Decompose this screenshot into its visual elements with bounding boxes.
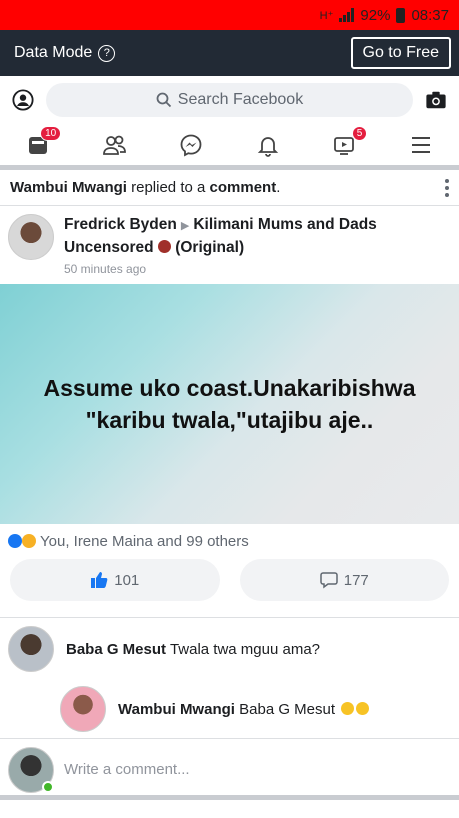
- data-mode-label: Data Mode: [14, 44, 93, 61]
- tab-news-feed[interactable]: 10: [23, 125, 62, 160]
- reactions-summary[interactable]: You, Irene Maina and 99 others: [0, 524, 459, 558]
- nav-tabs: 10 5: [0, 124, 459, 170]
- post-image[interactable]: Assume uko coast.Unakaribishwa "karibu t…: [0, 284, 459, 524]
- like-count: 101: [114, 571, 140, 589]
- like-reaction-icon: [8, 534, 22, 548]
- post-header: Fredrick Byden ▶ Kilimani Mums and Dads Un…: [0, 206, 459, 284]
- notification-badge: 5: [351, 125, 368, 141]
- tab-notifications[interactable]: [253, 130, 283, 160]
- comment-author[interactable]: Wambui Mwangi: [118, 701, 235, 718]
- comment-body: Baba G Mesut Twala twa mguu ama?: [66, 641, 320, 658]
- tab-menu[interactable]: [406, 130, 436, 160]
- notification-actor[interactable]: Wambui Mwangi: [10, 179, 127, 196]
- notification-header: Wambui Mwangi replied to a comment.: [0, 170, 459, 206]
- comment-author[interactable]: Baba G Mesut: [66, 641, 166, 658]
- notification-text: Wambui Mwangi replied to a comment.: [10, 179, 281, 196]
- post-title: Fredrick Byden ▶ Kilimani Mums and Dads Un…: [64, 214, 377, 258]
- menu-icon: [411, 136, 430, 153]
- grinning-emoji-icon: [356, 701, 370, 715]
- tab-messenger[interactable]: [176, 130, 206, 160]
- signal-icon: [339, 8, 355, 22]
- comment-icon: [319, 572, 338, 589]
- tab-friends[interactable]: [100, 130, 130, 160]
- data-mode-bar: Data Mode ? Go to Free: [0, 30, 459, 76]
- like-button[interactable]: 101: [10, 559, 220, 601]
- clock: 08:37: [411, 6, 449, 24]
- search-placeholder: Search Facebook: [177, 91, 304, 108]
- avatar: [8, 746, 54, 793]
- battery-icon: [396, 7, 406, 23]
- comment-body: Wambui Mwangi Baba G Mesut: [118, 700, 370, 718]
- laughing-emoji-icon: [341, 701, 355, 715]
- search-row: Search Facebook: [0, 76, 459, 124]
- friends-icon: [102, 135, 126, 155]
- comment-text: Baba G Mesut: [239, 700, 336, 718]
- profile-icon[interactable]: [12, 89, 34, 111]
- reactions-text: You, Irene Maina and 99 others: [40, 532, 249, 550]
- network-type: H⁺: [319, 9, 334, 22]
- post-time[interactable]: 50 minutes ago: [64, 262, 377, 276]
- post-image-text: Assume uko coast.Unakaribishwa "karibu t…: [43, 375, 416, 433]
- help-icon[interactable]: ?: [98, 44, 116, 62]
- comment-count: 177: [343, 571, 369, 589]
- bell-icon: [257, 136, 278, 157]
- search-input[interactable]: Search Facebook: [46, 83, 413, 117]
- avatar[interactable]: [60, 686, 106, 732]
- haha-reaction-icon: [22, 534, 36, 548]
- avatar[interactable]: [8, 214, 54, 260]
- more-options-icon[interactable]: [445, 178, 449, 197]
- messenger-icon: [180, 134, 202, 157]
- comment-text: Twala twa mguu ama?: [169, 640, 321, 658]
- post-tag: (Original): [175, 239, 245, 256]
- comment-item: Baba G Mesut Twala twa mguu ama?: [0, 618, 459, 680]
- online-status-indicator: [42, 780, 54, 793]
- bottom-divider: [0, 795, 459, 800]
- status-bar: H⁺ 92% 08:37: [0, 0, 459, 30]
- search-icon: [156, 92, 171, 108]
- notification-object[interactable]: comment: [210, 179, 277, 196]
- camera-icon[interactable]: [425, 89, 447, 111]
- post-group[interactable]: Kilimani Mums and Dads: [193, 216, 376, 233]
- go-to-free-button[interactable]: Go to Free: [350, 37, 451, 69]
- battery-percent: 92%: [360, 6, 391, 24]
- post-group-line2[interactable]: Uncensored: [64, 239, 154, 256]
- comment-composer: Write a comment...: [0, 738, 459, 800]
- divider: [0, 602, 459, 618]
- avatar[interactable]: [8, 626, 54, 672]
- emoji-icon: [157, 240, 171, 253]
- comment-input[interactable]: Write a comment...: [64, 761, 190, 778]
- notification-badge: 10: [40, 125, 62, 141]
- tab-watch[interactable]: 5: [329, 125, 368, 160]
- comment-button[interactable]: 177: [239, 559, 449, 601]
- thumbs-up-icon: [91, 572, 108, 588]
- action-buttons: 101 177: [0, 558, 459, 602]
- arrow-right-icon: ▶: [180, 220, 190, 232]
- reply-item: Wambui Mwangi Baba G Mesut: [0, 680, 459, 738]
- post-author[interactable]: Fredrick Byden: [64, 216, 177, 233]
